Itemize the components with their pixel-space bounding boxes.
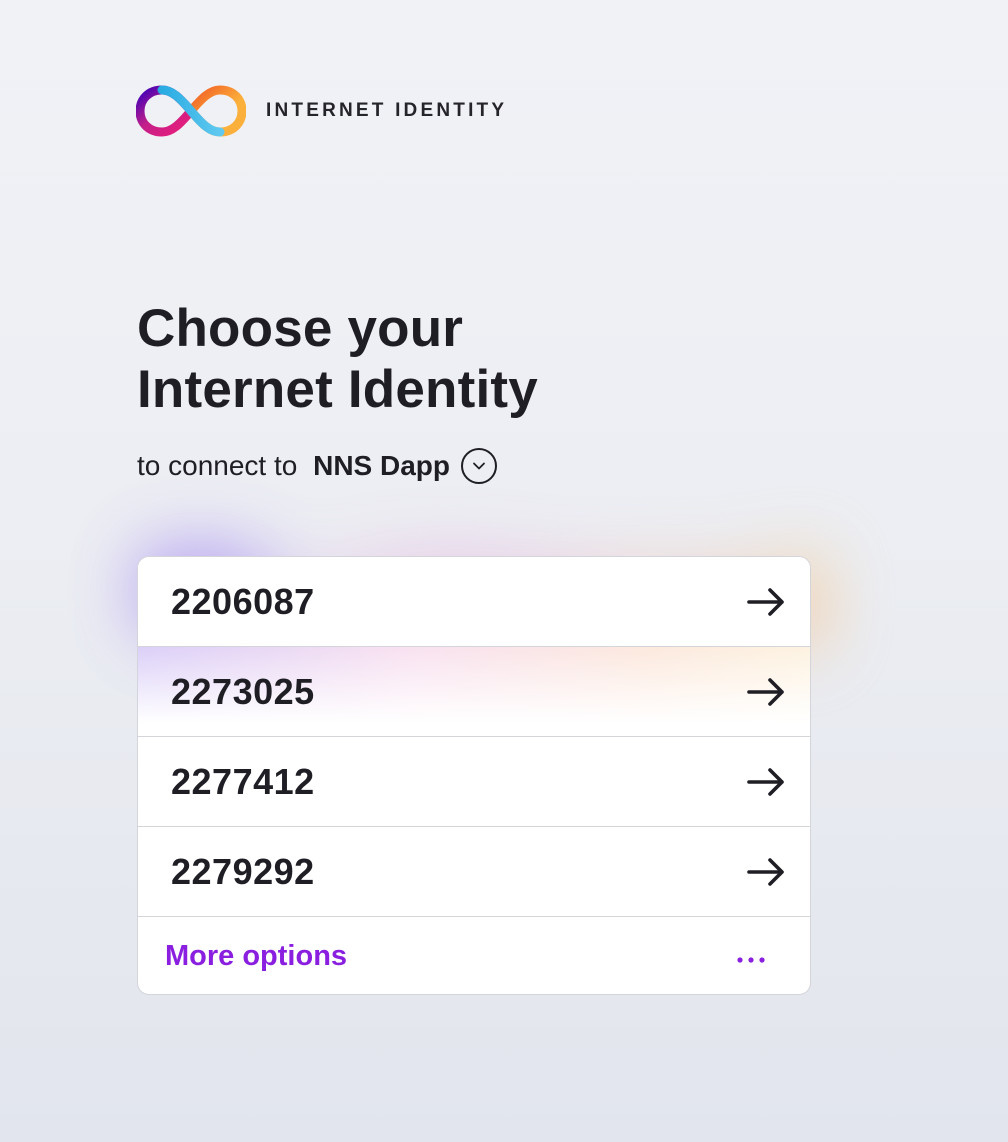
brand-name: INTERNET IDENTITY [266,100,508,121]
page-title: Choose your Internet Identity [137,298,538,420]
connect-prefix: to connect to [137,450,306,481]
connect-subtitle: to connect to NNS Dapp [137,446,498,486]
identity-list: 2206087 2273025 2277412 2279292 More opt… [137,556,811,995]
identity-row[interactable]: 2273025 [138,647,810,737]
more-options-button[interactable]: More options [138,917,810,994]
page-title-line-1: Choose your [137,299,464,358]
infinity-logo-icon [136,85,246,137]
identity-number: 2273025 [171,670,315,712]
page-title-line-2: Internet Identity [137,360,538,419]
more-dots-icon [737,956,765,963]
identity-number: 2206087 [171,580,315,622]
arrow-right-icon [747,677,784,706]
brand-header: INTERNET IDENTITY [136,84,507,138]
arrow-right-icon [747,587,784,616]
more-options-label: More options [165,940,348,972]
identity-number: 2279292 [171,850,315,892]
identity-row[interactable]: 2206087 [138,557,810,647]
identity-number: 2277412 [171,760,315,802]
arrow-right-icon [747,767,784,796]
identity-row[interactable]: 2279292 [138,827,810,917]
chevron-down-icon[interactable] [461,448,498,484]
arrow-right-icon [747,857,784,886]
dapp-name: NNS Dapp [313,450,451,481]
identity-row[interactable]: 2277412 [138,737,810,827]
